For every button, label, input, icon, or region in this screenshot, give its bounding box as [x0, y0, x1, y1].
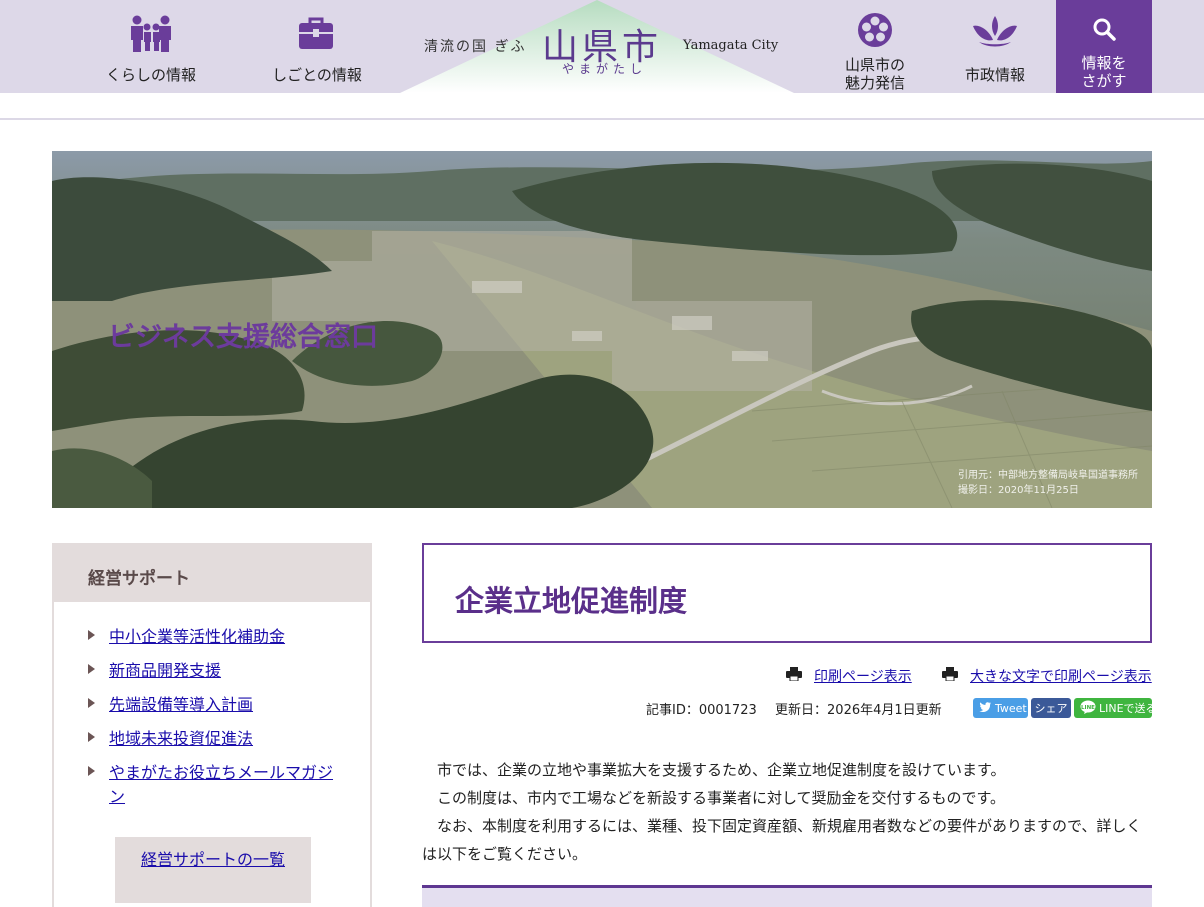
nav-city-government[interactable]: 市政情報	[940, 0, 1050, 93]
nav-city-charm[interactable]: 山県市の 魅力発信	[820, 0, 930, 93]
hero-credit-source: 引用元：中部地方整備局岐阜国道事務所	[958, 470, 1138, 481]
article-paragraph: 市では、企業の立地や事業拡大を支援するため、企業立地促進制度を設けています。	[437, 761, 1006, 779]
nav-work-label: しごとの情報	[272, 66, 362, 84]
site-logo[interactable]: 清流の国 ぎふ 山県市 やまがたし Yamagata City	[400, 0, 794, 93]
triangle-bullet-icon	[88, 664, 95, 674]
triangle-bullet-icon	[88, 766, 95, 776]
logo-tagline: 清流の国 ぎふ	[424, 39, 527, 55]
triangle-bullet-icon	[88, 630, 95, 640]
svg-text:LINE: LINE	[1081, 705, 1095, 711]
article-body: 市では、企業の立地や事業拡大を支援するため、企業立地促進制度を設けています。 こ…	[422, 756, 1152, 868]
city-emblem-icon	[971, 14, 1019, 52]
sidebar-item-mail-magazine[interactable]: やまがたお役立ちメールマガジン	[88, 761, 339, 809]
print-large-label: 大きな文字で印刷ページ表示	[970, 669, 1152, 685]
tweet-label: Tweet	[995, 701, 1027, 715]
sidebar: 経営サポート 中小企業等活性化補助金 新商品開発支援 先端設備等導入計画 地域未…	[52, 543, 372, 907]
header-divider	[0, 118, 1204, 120]
nav-life-label: くらしの情報	[105, 66, 196, 84]
hero-credit-date: 撮影日：2020年11月25日	[958, 485, 1079, 496]
article-id: 記事ID：0001723	[646, 703, 757, 718]
search-icon	[1092, 17, 1116, 45]
logo-city-kana: やまがたし	[562, 62, 648, 76]
printer-icon	[786, 667, 802, 685]
facebook-share-label: シェア	[1034, 702, 1068, 715]
triangle-bullet-icon	[88, 732, 95, 742]
twitter-bird-icon	[979, 701, 991, 715]
page-title-box: 企業立地促進制度	[422, 543, 1152, 643]
logo-city-english: Yamagata City	[683, 38, 779, 53]
flower-emblem-icon	[857, 12, 893, 52]
sidebar-item-subsidy[interactable]: 中小企業等活性化補助金	[88, 625, 339, 649]
line-send-button[interactable]: LINE LINEで送る	[1074, 698, 1157, 718]
tweet-button[interactable]: Tweet	[973, 698, 1028, 718]
print-large-link[interactable]: 大きな文字で印刷ページ表示	[942, 666, 1152, 686]
search-info-label: 情報を さがす	[1056, 54, 1152, 90]
site-header: くらしの情報 しごとの情報 清流の国 ぎふ 山県市 やまがたし Yamagata…	[0, 0, 1204, 93]
search-info-button[interactable]: 情報を さがす	[1056, 0, 1152, 93]
printer-icon	[942, 667, 958, 685]
sidebar-item-new-product[interactable]: 新商品開発支援	[88, 659, 339, 683]
sidebar-item-advanced-equipment[interactable]: 先端設備等導入計画	[88, 693, 339, 717]
sidebar-item-label[interactable]: 中小企業等活性化補助金	[109, 625, 339, 649]
family-icon	[129, 14, 173, 58]
nav-charm-label-line2: 魅力発信	[844, 74, 905, 92]
line-icon: LINE	[1080, 700, 1096, 717]
sidebar-item-regional-investment[interactable]: 地域未来投資促進法	[88, 727, 339, 751]
sidebar-list-label[interactable]: 経営サポートの一覧	[115, 837, 311, 872]
updated-date: 更新日：2026年4月1日更新	[775, 703, 942, 718]
section-heading-bar	[422, 885, 1152, 907]
hero-title: ビジネス支援総合窓口	[108, 322, 378, 353]
search-label-line2: さがす	[1081, 72, 1127, 90]
print-page-link[interactable]: 印刷ページ表示	[786, 666, 912, 686]
search-label-line1: 情報を	[1081, 54, 1127, 72]
article-paragraph: なお、本制度を利用するには、業種、投下固定資産額、新規雇用者数などの要件がありま…	[422, 817, 1142, 863]
nav-charm-label-line1: 山県市の	[844, 56, 905, 74]
nav-work-info[interactable]: しごとの情報	[252, 0, 382, 93]
hero-photo-credit: 引用元：中部地方整備局岐阜国道事務所 撮影日：2020年11月25日	[958, 468, 1138, 498]
nav-city-label: 市政情報	[964, 66, 1025, 84]
sidebar-list-button[interactable]: 経営サポートの一覧	[115, 837, 311, 903]
sidebar-heading: 経営サポート	[54, 545, 370, 602]
sidebar-item-label[interactable]: 新商品開発支援	[109, 659, 339, 683]
triangle-bullet-icon	[88, 698, 95, 708]
nav-life-info[interactable]: くらしの情報	[86, 0, 216, 93]
hero-banner: ビジネス支援総合窓口 引用元：中部地方整備局岐阜国道事務所 撮影日：2020年1…	[52, 151, 1152, 508]
article-meta: 記事ID：0001723 更新日：2026年4月1日更新	[646, 699, 942, 718]
page-title: 企業立地促進制度	[455, 584, 688, 618]
sidebar-heading-label: 経営サポート	[88, 569, 190, 589]
nav-charm-label: 山県市の 魅力発信	[820, 56, 930, 92]
print-page-label: 印刷ページ表示	[814, 669, 912, 685]
sidebar-item-label[interactable]: やまがたお役立ちメールマガジン	[109, 761, 339, 809]
sidebar-item-label[interactable]: 先端設備等導入計画	[109, 693, 339, 717]
briefcase-icon	[298, 16, 334, 54]
line-label: LINEで送る	[1099, 702, 1157, 715]
facebook-share-button[interactable]: シェア	[1031, 698, 1071, 718]
sidebar-item-label[interactable]: 地域未来投資促進法	[109, 727, 339, 751]
article-paragraph: この制度は、市内で工場などを新設する事業者に対して奨励金を交付するものです。	[437, 789, 1006, 807]
